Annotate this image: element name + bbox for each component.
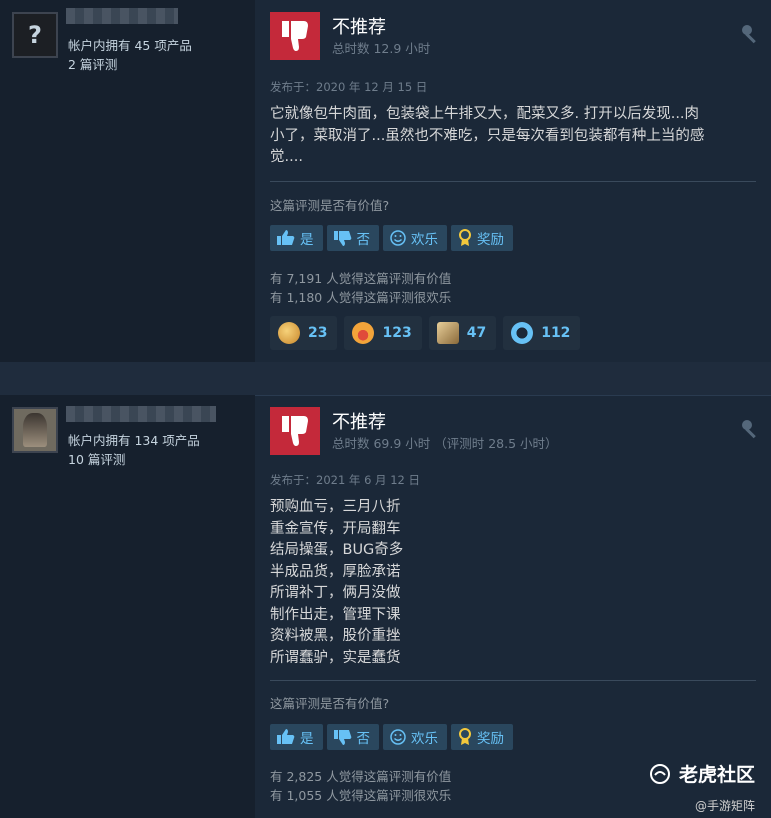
award-item[interactable]: 47: [428, 316, 497, 350]
helpful-question: 这篇评测是否有价值?: [270, 696, 390, 711]
vote-stats: 有 2,825 人觉得这篇评测有价值 有 1,055 人觉得这篇评测很欢乐: [270, 767, 451, 805]
vote-no-button[interactable]: 否: [326, 724, 379, 750]
vote-funny-label: 欢乐: [411, 232, 438, 248]
award-count: 112: [541, 325, 571, 341]
award-count: 23: [308, 325, 328, 341]
vote-yes-button[interactable]: 是: [270, 225, 323, 251]
review-line: 小了，菜取消了...虽然也不难吃，只是每次看到包装都有种上当的感: [270, 127, 705, 144]
recommendation-title[interactable]: 不推荐: [332, 13, 386, 39]
helpful-count: 有 2,825 人觉得这篇评测有价值: [270, 769, 452, 784]
review-line: 制作出走，管理下课: [270, 606, 401, 623]
award-ribbon-icon: [459, 728, 471, 745]
avatar[interactable]: [12, 407, 58, 453]
funny-count: 有 1,055 人觉得这篇评测很欢乐: [270, 788, 452, 803]
laughing-face-icon: [278, 322, 300, 344]
vote-yes-button[interactable]: 是: [270, 724, 323, 750]
products-owned[interactable]: 帐户内拥有 134 项产品: [68, 431, 200, 450]
review-count[interactable]: 10 篇评测: [68, 450, 200, 469]
thumbs-down-icon: [333, 231, 351, 246]
award-button[interactable]: 奖励: [451, 225, 513, 251]
helpful-question: 这篇评测是否有价值?: [270, 198, 390, 213]
key-icon: [741, 24, 761, 44]
award-item[interactable]: 112: [503, 316, 581, 350]
watermark-brand: 老虎社区: [649, 760, 755, 787]
scroll-icon: [436, 322, 459, 344]
helpful-count: 有 7,191 人觉得这篇评测有价值: [270, 271, 452, 286]
review-line: 预购血亏，三月八折: [270, 499, 401, 515]
review-line: 所谓蠢驴，实是蠢货: [270, 649, 401, 666]
award-ribbon-icon: [459, 229, 471, 246]
thumbs-down-icon[interactable]: [270, 407, 320, 455]
products-owned[interactable]: 帐户内拥有 45 项产品: [68, 36, 192, 55]
review-line: 重金宣传，开局翻车: [270, 520, 401, 537]
review-text: 它就像包牛肉面，包装袋上牛排又大，配菜又多. 打开以后发现...肉 小了，菜取消…: [270, 104, 756, 169]
vote-funny-button[interactable]: 欢乐: [383, 724, 447, 750]
divider: [270, 181, 756, 182]
vote-funny-button[interactable]: 欢乐: [383, 225, 447, 251]
author-stats: 帐户内拥有 134 项产品 10 篇评测: [68, 431, 200, 469]
review-line: 结局操蛋，BUG奇多: [270, 542, 404, 558]
watermark-sub: @手游矩阵: [694, 799, 755, 813]
hours-played: 总时数 12.9 小时: [332, 41, 431, 56]
review-separator: [0, 362, 771, 395]
tiger-logo-icon: [649, 763, 670, 784]
username-redacted[interactable]: [66, 8, 178, 24]
award-count: 47: [466, 325, 487, 341]
vote-buttons: 是 否 欢乐 奖励: [270, 225, 513, 251]
key-icon: [741, 419, 761, 439]
vote-no-label: 否: [356, 731, 371, 747]
funny-count: 有 1,180 人觉得这篇评测很欢乐: [270, 290, 452, 305]
review-card: 帐户内拥有 134 项产品 10 篇评测 不推荐 总时数 69.9 小时 （评测…: [0, 395, 771, 818]
screaming-face-icon: [352, 322, 375, 344]
review-line: 所谓补丁，俩月没做: [270, 585, 401, 601]
vote-no-label: 否: [356, 232, 371, 248]
author-panel: 帐户内拥有 134 项产品 10 篇评测: [0, 395, 255, 818]
review-card: ? 帐户内拥有 45 项产品 2 篇评测 不推荐 总时数 12.9 小时 发布于…: [0, 0, 771, 362]
award-button[interactable]: 奖励: [451, 724, 513, 750]
smiley-icon: [390, 230, 406, 246]
review-line: 资料被黑，股价重挫: [270, 628, 401, 644]
award-label: 奖励: [477, 731, 504, 747]
watermark-main: 老虎社区: [678, 764, 755, 786]
award-count: 123: [382, 325, 412, 341]
award-item[interactable]: 123: [344, 316, 422, 350]
thumbs-up-icon: [277, 729, 295, 744]
vote-funny-label: 欢乐: [411, 731, 438, 747]
posted-date: 发布于：2020 年 12 月 15 日: [270, 80, 428, 94]
thumbs-down-icon[interactable]: [270, 12, 320, 60]
vote-no-button[interactable]: 否: [326, 225, 379, 251]
recommendation-title[interactable]: 不推荐: [332, 408, 386, 434]
vote-yes-label: 是: [300, 731, 314, 747]
award-label: 奖励: [477, 232, 504, 248]
award-item[interactable]: 23: [270, 316, 338, 350]
username-redacted[interactable]: [66, 406, 216, 422]
watermark: 老虎社区 @手游矩阵: [649, 760, 755, 814]
author-stats: 帐户内拥有 45 项产品 2 篇评测: [68, 36, 192, 74]
avatar[interactable]: ?: [12, 12, 58, 58]
vote-stats: 有 7,191 人觉得这篇评测有价值 有 1,180 人觉得这篇评测很欢乐: [270, 269, 451, 307]
posted-date: 发布于：2021 年 6 月 12 日: [270, 473, 420, 487]
review-line: 它就像包牛肉面，包装袋上牛排又大，配菜又多. 打开以后发现...肉: [270, 106, 700, 122]
review-line: 觉....: [270, 149, 303, 165]
medal-icon: [511, 322, 534, 344]
thumbs-up-icon: [277, 230, 295, 245]
author-panel: ? 帐户内拥有 45 项产品 2 篇评测: [0, 0, 255, 362]
vote-buttons: 是 否 欢乐 奖励: [270, 724, 513, 750]
smiley-icon: [390, 729, 406, 745]
divider: [270, 680, 756, 681]
review-line: 半成品货，厚脸承诺: [270, 563, 401, 580]
review-count[interactable]: 2 篇评测: [68, 55, 192, 74]
vote-yes-label: 是: [300, 232, 314, 248]
thumbs-down-icon: [333, 730, 351, 745]
review-text: 预购血亏，三月八折 重金宣传，开局翻车 结局操蛋，BUG奇多 半成品货，厚脸承诺…: [270, 497, 756, 669]
hours-played: 总时数 69.9 小时 （评测时 28.5 小时）: [332, 436, 558, 451]
awards-row: 23 123 47 112: [270, 316, 581, 350]
